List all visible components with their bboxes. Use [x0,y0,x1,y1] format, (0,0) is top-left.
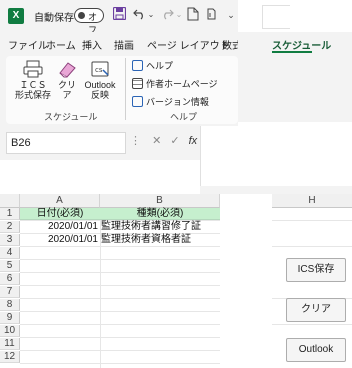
gridline [20,285,220,286]
row-header-2[interactable]: 2 [0,221,20,233]
row-header-8[interactable]: 8 [0,299,20,311]
select-all-corner[interactable] [0,194,20,208]
row-header-10[interactable]: 10 [0,325,20,337]
svg-text:cs: cs [95,66,103,74]
row-header-9[interactable]: 9 [0,312,20,324]
gridline [20,337,220,338]
cell-a1[interactable]: 日付(必須) [20,208,100,220]
clear-button[interactable]: クリ ア [54,60,80,100]
ribbon-right-area [238,54,352,122]
customize-qat-icon[interactable]: ⌄ [226,7,236,23]
tab-insert[interactable]: 挿入 [82,37,102,52]
version-info-link[interactable]: バージョン情報 [132,95,209,108]
tab-draw[interactable]: 描画 [114,37,134,52]
cell-a3[interactable]: 2020/01/01 [20,234,98,246]
gridline [20,350,220,351]
gridline [272,220,352,221]
undo-dropdown-icon[interactable]: ⌄ [147,7,155,23]
row-header-12[interactable]: 12 [0,351,20,363]
tab-schedule[interactable]: スケジュール [272,37,331,52]
tab-home[interactable]: ホーム [46,37,76,52]
window-gap [220,194,272,368]
redo-icon[interactable] [160,7,174,23]
row-header-6[interactable]: 6 [0,273,20,285]
gray-strip [200,186,352,194]
cell-b2[interactable]: 監理技術者講習修了証 [101,221,220,233]
window-background-right [238,0,352,32]
formula-controls: ⋮ ✕ ✓ fx [130,134,197,147]
gridline [272,246,352,247]
eraser-icon [59,62,76,78]
row-header-3[interactable]: 3 [0,234,20,246]
outlook-apply-button[interactable]: cs Outlook 反映 [82,60,118,100]
tab-file[interactable]: ファイル [8,37,48,52]
gridline [20,363,220,364]
sheet-outlook-button[interactable]: Outlook [286,338,346,362]
search-box[interactable] [262,5,290,29]
tab-page-layout[interactable]: ページ レイアウト [147,37,230,52]
row-header-7[interactable]: 7 [0,286,20,298]
cell-a2[interactable]: 2020/01/01 [20,221,98,233]
group-separator [125,58,126,120]
ics-save-button[interactable]: ＩＣＳ 形式保存 [14,60,52,100]
sheet-clear-button[interactable]: クリア [286,298,346,322]
more-icon: ⋮ [130,135,141,147]
cancel-icon[interactable]: ✕ [152,135,161,147]
tab-formulas[interactable]: 数式 [222,37,238,52]
attach-icon[interactable] [204,7,218,23]
undo-icon[interactable] [132,7,146,23]
cell-b3[interactable]: 監理技術者資格者証 [101,234,220,246]
version-info-label: バージョン情報 [146,97,209,107]
active-tab-underline [272,51,312,53]
new-file-icon[interactable] [186,7,200,23]
help-link[interactable]: ヘルプ [132,59,173,72]
gridline [20,272,220,273]
column-header-b[interactable]: B [100,194,220,208]
row-header-1[interactable]: 1 [0,208,20,220]
column-header-a[interactable]: A [20,194,100,208]
column-header-h[interactable]: H [272,194,352,208]
outlook-apply-label-2: 反映 [90,90,109,100]
ics-save-label-2: 形式保存 [14,90,51,100]
excel-logo-icon: X [8,8,24,24]
gridline [20,324,220,325]
help-group-label: ヘルプ [170,112,198,122]
name-box[interactable]: B26 [6,132,126,154]
toggle-knob [78,12,85,19]
row-header-11[interactable]: 11 [0,338,20,350]
gridline [20,246,220,247]
title-bar: X 自動保存 オフ ⌄ ⌄ ⌄ [0,0,238,35]
schedule-group-label: スケジュール [44,112,98,122]
ics-save-label-1: ＩＣＳ [19,80,47,90]
row-header-4[interactable]: 4 [0,247,20,259]
cell-b1[interactable]: 種類(必須) [100,208,220,220]
autosave-label: 自動保存 [34,13,74,24]
gridline [20,311,220,312]
clear-label-1: クリ [57,80,76,90]
author-homepage-label: 作者ホームページ [146,79,218,89]
save-icon[interactable] [112,6,126,23]
enter-icon[interactable]: ✓ [170,135,179,147]
author-homepage-link[interactable]: 作者ホームページ [132,77,218,90]
info-icon [132,96,143,107]
formula-input[interactable] [200,126,352,186]
table-icon [132,78,143,89]
calendar-icon: cs [91,61,109,77]
gridline [272,324,352,325]
row-header-5[interactable]: 5 [0,260,20,272]
help-icon [132,60,143,71]
sheet-ics-save-button[interactable]: ICS保存 [286,258,346,282]
gridline [20,298,220,299]
clear-label-2: ア [62,90,72,100]
redo-dropdown-icon[interactable]: ⌄ [175,7,183,23]
insert-function-icon[interactable]: fx [189,135,198,147]
gridline [20,259,220,260]
help-link-label: ヘルプ [146,61,174,71]
autosave-toggle[interactable]: オフ [74,8,104,35]
spacer [0,160,200,194]
printer-icon [23,60,43,78]
outlook-apply-label-1: Outlook [84,80,116,90]
